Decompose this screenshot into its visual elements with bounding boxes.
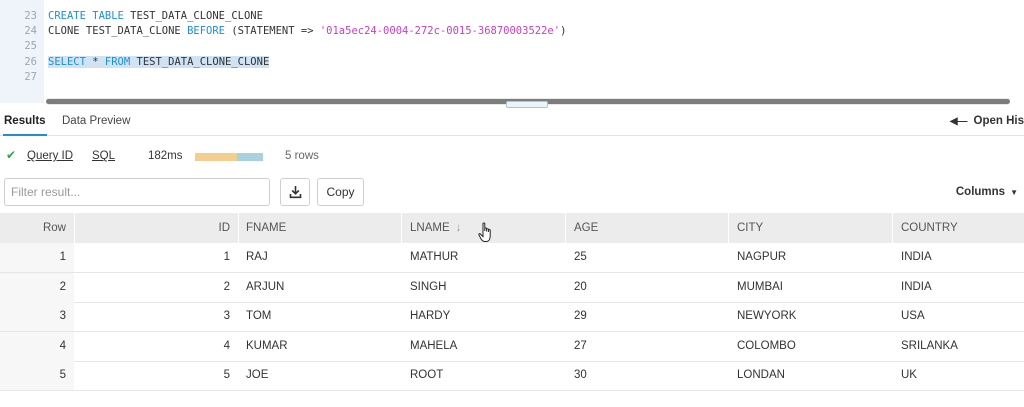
table-header: Row ID FNAME LNAME ↓ AGE CITY COUNTRY [0,213,1024,243]
line-number: 24 [24,25,37,37]
compile-time-bar [195,153,237,161]
column-header-city[interactable]: CITY [737,213,887,243]
fname-cell[interactable]: KUMAR [246,332,396,361]
tab-data-preview[interactable]: Data Preview [62,115,130,127]
code-line[interactable]: 26 SELECT * FROM TEST_DATA_CLONE_CLONE [0,55,1024,70]
filter-result-input[interactable] [4,178,270,206]
active-tab-indicator [3,134,47,136]
code-text: SELECT * FROM TEST_DATA_CLONE_CLONE [48,55,270,70]
row-number-cell[interactable]: 1 [0,243,66,272]
code-text: CREATE TABLE TEST_DATA_CLONE_CLONE [48,9,263,24]
code-token: '01a5ec24-0004-272c-0015-36870003522e' [319,25,561,37]
code-token: FROM [104,56,131,68]
fname-cell[interactable]: RAJ [246,243,396,272]
table-row[interactable]: 2 2 ARJUN SINGH 20 MUMBAI INDIA [0,272,1024,303]
fname-cell[interactable]: ARJUN [246,273,396,302]
code-line[interactable]: 27 [0,70,1024,85]
query-status-bar: ✔ Query ID SQL 182ms 5 rows [0,146,1024,166]
code-line[interactable]: 25 [0,39,1024,54]
lname-cell[interactable]: MATHUR [410,243,560,272]
fname-cell[interactable]: JOE [246,361,396,390]
lname-cell[interactable]: HARDY [410,302,560,331]
row-number-cell[interactable]: 2 [0,273,66,302]
tab-results[interactable]: Results [4,115,46,127]
query-duration: 182ms [148,150,183,162]
city-cell[interactable]: LONDAN [737,361,887,390]
download-button[interactable] [280,178,310,206]
columns-dropdown[interactable]: Columns ▼ [956,186,1018,198]
city-cell[interactable]: COLOMBO [737,332,887,361]
age-cell[interactable]: 25 [574,243,724,272]
fname-cell[interactable]: TOM [246,302,396,331]
id-cell[interactable]: 5 [74,361,230,390]
country-cell[interactable]: INDIA [901,273,1021,302]
open-history-label: Open His [973,115,1024,127]
id-cell[interactable]: 1 [74,243,230,272]
sort-descending-icon[interactable]: ↓ [456,222,462,234]
copy-button[interactable]: Copy [317,178,364,206]
sql-link[interactable]: SQL [92,150,115,162]
result-tabs: Results Data Preview ◀— Open His [0,106,1024,136]
age-cell[interactable]: 27 [574,332,724,361]
city-cell[interactable]: NEWYORK [737,302,887,331]
line-number: 23 [24,10,37,22]
code-token: CREATE TABLE [48,10,124,22]
code-token: BEFORE [187,25,226,37]
row-count: 5 rows [285,150,319,162]
id-cell[interactable]: 4 [74,332,230,361]
open-history-button[interactable]: ◀— Open His [950,115,1024,127]
age-cell[interactable]: 29 [574,302,724,331]
code-token: ) [560,25,567,37]
column-header-row[interactable]: Row [0,213,66,243]
id-cell[interactable]: 3 [74,302,230,331]
country-cell[interactable]: UK [901,361,1021,390]
table-row[interactable]: 3 3 TOM HARDY 29 NEWYORK USA [0,302,1024,333]
code-text: CLONE TEST_DATA_CLONE BEFORE (STATEMENT … [48,24,566,39]
row-number-cell[interactable]: 4 [0,332,66,361]
lname-cell[interactable]: MAHELA [410,332,560,361]
code-token: CLONE TEST_DATA_CLONE [48,25,188,37]
sql-editor[interactable]: 23 CREATE TABLE TEST_DATA_CLONE_CLONE 24 CL… [0,0,1024,108]
lname-cell[interactable]: SINGH [410,273,560,302]
lname-cell[interactable]: ROOT [410,361,560,390]
code-token: * [85,56,105,68]
country-cell[interactable]: USA [901,302,1021,331]
id-cell[interactable]: 2 [74,273,230,302]
caret-down-icon: ▼ [1010,188,1018,197]
hand-cursor-icon [478,222,491,242]
age-cell[interactable]: 20 [574,273,724,302]
table-row[interactable]: 4 4 KUMAR MAHELA 27 COLOMBO SRILANKA [0,331,1024,362]
row-number-cell[interactable]: 3 [0,302,66,331]
code-token: SELECT [48,56,86,68]
execution-time-bar [237,153,263,161]
city-cell[interactable]: MUMBAI [737,273,887,302]
columns-label: Columns [955,186,1006,198]
query-id-link[interactable]: Query ID [27,150,73,162]
table-row[interactable]: 1 1 RAJ MATHUR 25 NAGPUR INDIA [0,243,1024,273]
code-token: (STATEMENT => [225,25,320,37]
code-line[interactable]: 23 CREATE TABLE TEST_DATA_CLONE_CLONE [0,9,1024,24]
table-row[interactable]: 5 5 JOE ROOT 30 LONDAN UK [0,361,1024,392]
column-header-country[interactable]: COUNTRY [901,213,1021,243]
column-header-age[interactable]: AGE [574,213,724,243]
column-header-id[interactable]: ID [74,213,231,243]
line-number: 25 [24,40,37,52]
country-cell[interactable]: INDIA [901,243,1021,272]
line-number: 26 [24,56,37,68]
row-number-cell[interactable]: 5 [0,361,66,390]
city-cell[interactable]: NAGPUR [737,243,887,272]
lname-header-label: LNAME [410,222,450,234]
code-line[interactable]: 24 CLONE TEST_DATA_CLONE BEFORE (STATEMEN… [0,24,1024,39]
arrow-left-icon: ◀— [949,116,968,127]
download-icon [289,186,302,199]
age-cell[interactable]: 30 [574,361,724,390]
country-cell[interactable]: SRILANKA [901,332,1021,361]
success-check-icon: ✔ [6,148,17,162]
code-token: TEST_DATA_CLONE_CLONE [130,56,270,68]
line-number: 27 [24,71,37,83]
code-token: TEST_DATA_CLONE_CLONE [123,10,263,22]
column-header-fname[interactable]: FNAME [246,213,396,243]
